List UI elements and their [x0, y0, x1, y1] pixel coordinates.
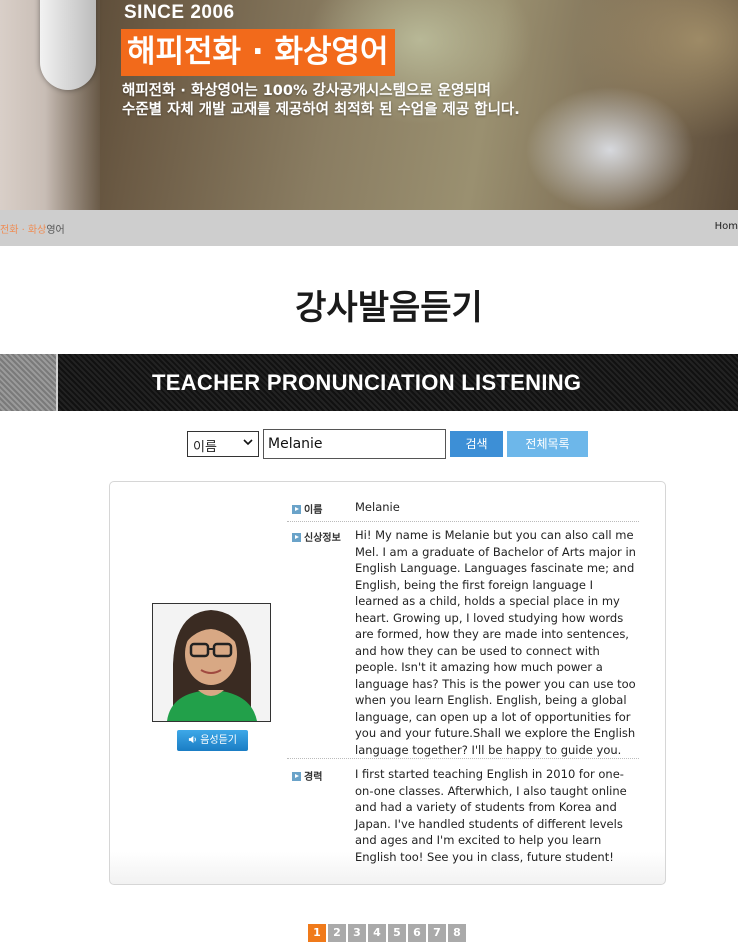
arrow-bullet-icon [292, 533, 301, 542]
all-list-button[interactable]: 전체목록 [507, 431, 588, 457]
voice-button-label: 음성듣기 [200, 735, 237, 746]
section-banner: TEACHER PRONUNCIATION LISTENING [0, 354, 738, 411]
page-6[interactable]: 6 [408, 924, 426, 942]
banner-left-pattern [0, 354, 56, 411]
hero-desc-line2: 수준별 자체 개발 교재를 제공하여 최적화 된 수업을 제공 합니다. [122, 102, 520, 118]
home-link[interactable]: Hom [715, 221, 738, 232]
profile-row: 신상정보 Hi! My name is Melanie but you can … [287, 527, 639, 759]
teacher-profile: Hi! My name is Melanie but you can also … [355, 528, 636, 757]
brand-part2: 영어 [46, 225, 65, 236]
search-button[interactable]: 검색 [450, 431, 503, 457]
hero-description: 해피전화 · 화상영어는 100% 강사공개시스템으로 운영되며 수준별 자체 … [122, 82, 520, 120]
career-label: 경력 [292, 768, 322, 783]
teacher-photo [152, 603, 271, 722]
page-1[interactable]: 1 [308, 924, 326, 942]
name-label: 이름 [292, 501, 322, 516]
voice-listen-button[interactable]: 음성듣기 [177, 730, 248, 751]
search-input[interactable] [263, 429, 446, 459]
profile-label: 신상정보 [292, 529, 341, 544]
page-4[interactable]: 4 [368, 924, 386, 942]
page-3[interactable]: 3 [348, 924, 366, 942]
banner-text: TEACHER PRONUNCIATION LISTENING [152, 370, 582, 395]
hero-since: SINCE 2006 [124, 2, 235, 23]
pagination: 1 2 3 4 5 6 7 8 [308, 924, 466, 942]
brand-logo[interactable]: 전화 · 화상영어 [0, 221, 65, 236]
speaker-icon [188, 735, 200, 746]
search-field-select[interactable]: 이름 [187, 431, 259, 457]
teacher-card: 음성듣기 이름 Melanie 신상정보 Hi! My name is Mela… [109, 481, 666, 885]
hero-title: 해피전화 · 화상영어 [121, 29, 395, 76]
teacher-career: I first started teaching English in 2010… [355, 767, 627, 864]
nav-bar: 전화 · 화상영어 Hom [0, 210, 738, 246]
page-2[interactable]: 2 [328, 924, 346, 942]
banner-divider [56, 354, 58, 411]
page-5[interactable]: 5 [388, 924, 406, 942]
hero-banner: SINCE 2006 해피전화 · 화상영어 해피전화 · 화상영어는 100%… [0, 0, 738, 210]
page-7[interactable]: 7 [428, 924, 446, 942]
page-8[interactable]: 8 [448, 924, 466, 942]
arrow-bullet-icon [292, 772, 301, 781]
hero-desc-line1: 해피전화 · 화상영어는 100% 강사공개시스템으로 운영되며 [122, 83, 492, 99]
page-title: 강사발음듣기 [295, 288, 483, 328]
brand-part1: 전화 · 화상 [0, 225, 47, 236]
arrow-bullet-icon [292, 505, 301, 514]
name-row: 이름 Melanie [287, 499, 639, 522]
teacher-name: Melanie [355, 500, 400, 514]
chevron-down-icon [243, 437, 253, 450]
headphone-image [40, 0, 96, 90]
search-field-select-value: 이름 [193, 440, 217, 455]
career-row: 경력 I first started teaching English in 2… [287, 766, 639, 866]
